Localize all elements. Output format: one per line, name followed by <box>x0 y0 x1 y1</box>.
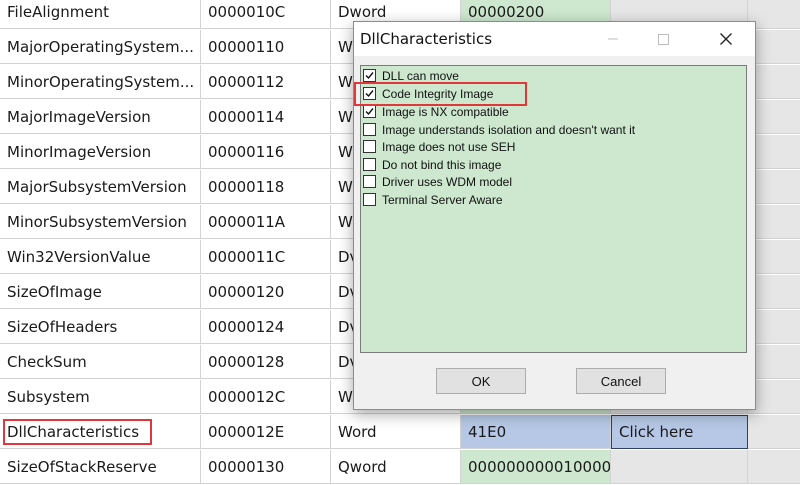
field-offset: 00000130 <box>201 450 331 484</box>
table-row[interactable]: SizeOfStackReserve 00000130 Qword 000000… <box>0 450 800 485</box>
checkmark-icon <box>365 72 374 80</box>
checkmark-icon <box>365 90 374 98</box>
option-no-isolation[interactable]: Image understands isolation and doesn't … <box>363 121 635 138</box>
checkmark-icon <box>365 108 374 116</box>
option-label: Image does not use SEH <box>382 139 516 154</box>
checkbox-unchecked[interactable] <box>363 158 376 171</box>
checkbox-checked[interactable] <box>363 105 376 118</box>
field-name: SizeOfHeaders <box>0 310 201 344</box>
field-name: MajorSubsystemVersion <box>0 170 201 204</box>
field-offset: 00000118 <box>201 170 331 204</box>
field-offset: 00000116 <box>201 135 331 169</box>
close-button[interactable] <box>703 22 748 56</box>
checkbox-checked[interactable] <box>363 69 376 82</box>
dllcharacteristics-dialog: DllCharacteristics DLL can move Code Int… <box>353 21 756 410</box>
field-name: MinorOperatingSystem... <box>0 65 201 99</box>
field-name: FileAlignment <box>0 0 201 29</box>
option-no-bind[interactable]: Do not bind this image <box>363 156 501 173</box>
option-terminal-server-aware[interactable]: Terminal Server Aware <box>363 191 503 208</box>
option-wdm-driver[interactable]: Driver uses WDM model <box>363 173 512 190</box>
option-nx-compatible[interactable]: Image is NX compatible <box>363 103 509 120</box>
checkbox-unchecked[interactable] <box>363 123 376 136</box>
close-icon <box>719 33 732 45</box>
field-offset: 00000112 <box>201 65 331 99</box>
field-value[interactable]: 41E0 <box>461 415 611 449</box>
field-offset: 00000110 <box>201 30 331 64</box>
option-label: Terminal Server Aware <box>382 192 503 207</box>
option-label: Driver uses WDM model <box>382 174 513 189</box>
option-label: Image is NX compatible <box>382 104 509 119</box>
maximize-icon <box>658 33 669 45</box>
option-label: Image understands isolation and doesn't … <box>382 122 636 137</box>
field-offset: 0000012C <box>201 380 331 414</box>
field-offset: 00000124 <box>201 310 331 344</box>
option-no-seh[interactable]: Image does not use SEH <box>363 138 515 155</box>
field-offset: 00000120 <box>201 275 331 309</box>
checkbox-unchecked[interactable] <box>363 175 376 188</box>
dialog-title: DllCharacteristics <box>360 30 493 48</box>
table-row-selected[interactable]: DllCharacteristics 0000012E Word 41E0 Cl… <box>0 415 800 450</box>
field-offset: 0000011C <box>201 240 331 274</box>
field-extra <box>611 450 748 484</box>
option-label: Code Integrity Image <box>382 86 494 101</box>
minimize-button[interactable] <box>590 22 635 56</box>
field-name: SizeOfStackReserve <box>0 450 201 484</box>
field-offset: 00000128 <box>201 345 331 379</box>
field-offset: 0000012E <box>201 415 331 449</box>
minimize-icon <box>607 38 618 40</box>
field-name: Win32VersionValue <box>0 240 201 274</box>
field-offset: 0000010C <box>201 0 331 29</box>
field-offset: 00000114 <box>201 100 331 134</box>
field-size: Qword <box>331 450 461 484</box>
field-name: CheckSum <box>0 345 201 379</box>
maximize-button[interactable] <box>641 22 686 56</box>
field-name: MinorSubsystemVersion <box>0 205 201 239</box>
checkbox-unchecked[interactable] <box>363 193 376 206</box>
characteristics-options: DLL can move Code Integrity Image Image … <box>360 65 747 353</box>
field-value[interactable]: 0000000000100000 <box>461 450 611 484</box>
dialog-titlebar[interactable]: DllCharacteristics <box>354 22 755 56</box>
option-label: DLL can move <box>382 68 459 83</box>
field-offset: 0000011A <box>201 205 331 239</box>
click-here-button[interactable]: Click here <box>611 415 748 449</box>
table-filler <box>748 450 800 484</box>
checkbox-unchecked[interactable] <box>363 140 376 153</box>
ok-button[interactable]: OK <box>436 368 526 394</box>
checkbox-checked[interactable] <box>363 87 376 100</box>
field-name: MajorOperatingSystem... <box>0 30 201 64</box>
option-dll-can-move[interactable]: DLL can move <box>363 67 459 84</box>
option-code-integrity-image[interactable]: Code Integrity Image <box>363 85 493 102</box>
cancel-button[interactable]: Cancel <box>576 368 666 394</box>
field-name: SizeOfImage <box>0 275 201 309</box>
field-name: Subsystem <box>0 380 201 414</box>
option-label: Do not bind this image <box>382 157 502 172</box>
field-name: MajorImageVersion <box>0 100 201 134</box>
field-name: DllCharacteristics <box>0 415 201 449</box>
field-size: Word <box>331 415 461 449</box>
table-filler <box>748 415 800 449</box>
field-name: MinorImageVersion <box>0 135 201 169</box>
